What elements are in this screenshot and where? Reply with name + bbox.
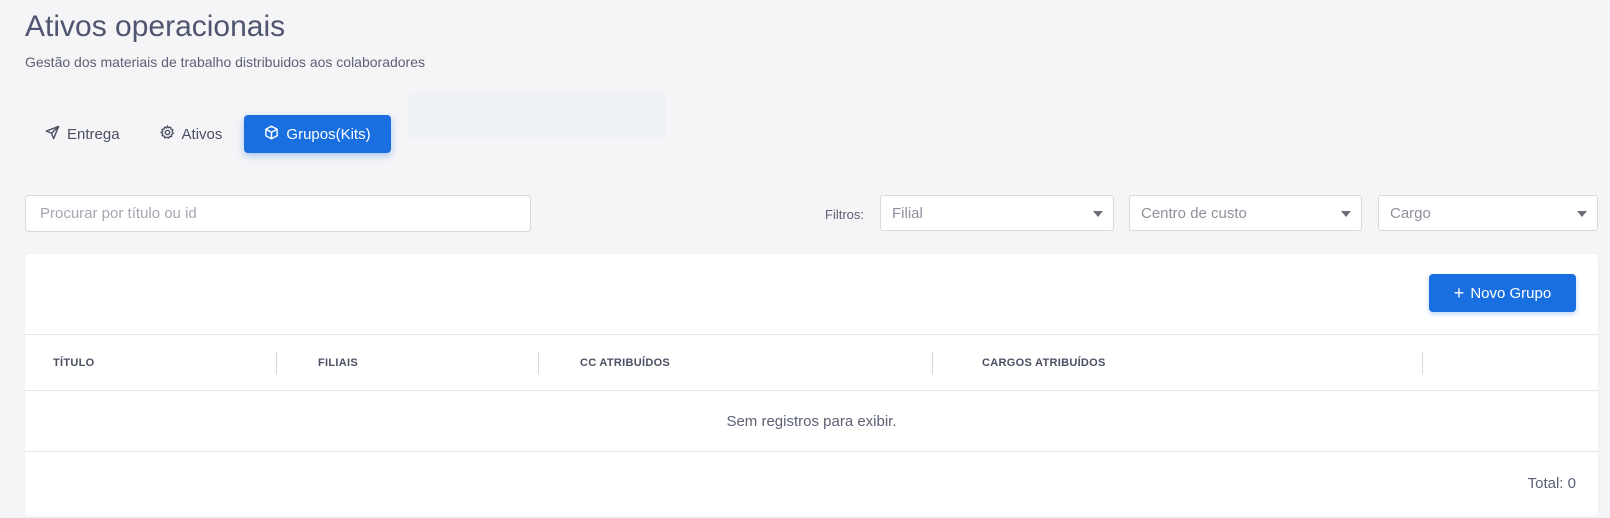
filter-role-select[interactable]: Cargo — [1378, 195, 1598, 231]
column-resize-handle[interactable] — [538, 352, 539, 374]
chevron-down-icon — [1341, 211, 1351, 217]
empty-message: Sem registros para exibir. — [726, 412, 897, 430]
column-resize-handle[interactable] — [1422, 352, 1423, 374]
filter-branch-select[interactable]: Filial — [880, 195, 1114, 231]
filter-cost-center-value: Centro de custo — [1141, 204, 1247, 222]
groups-card: + Novo Grupo TÍTULO FILIAIS CC ATRIBUÍDO… — [25, 254, 1598, 516]
column-header-cost-centers[interactable]: CC ATRIBUÍDOS — [580, 357, 670, 369]
filter-branch-value: Filial — [892, 204, 923, 222]
column-header-title[interactable]: TÍTULO — [53, 357, 95, 369]
column-resize-handle[interactable] — [932, 352, 933, 374]
column-header-branches[interactable]: FILIAIS — [318, 357, 358, 369]
column-header-roles[interactable]: CARGOS ATRIBUÍDOS — [982, 357, 1106, 369]
filter-cost-center-select[interactable]: Centro de custo — [1129, 195, 1362, 231]
gear-icon — [159, 124, 175, 144]
table-header: TÍTULO FILIAIS CC ATRIBUÍDOS CARGOS ATRI… — [25, 334, 1598, 391]
tab-grupos-kits[interactable]: Grupos(Kits) — [244, 115, 391, 153]
box-icon — [264, 125, 279, 144]
page-title: Ativos operacionais — [25, 10, 286, 43]
empty-state-row: Sem registros para exibir. — [25, 391, 1598, 452]
tab-entrega[interactable]: Entrega — [25, 115, 140, 153]
send-icon — [45, 125, 60, 144]
tab-label: Ativos — [181, 125, 223, 143]
tabs-bar: Entrega Ativos Grupos(Kits) — [25, 115, 391, 153]
tab-label: Grupos(Kits) — [286, 125, 371, 143]
new-group-button[interactable]: + Novo Grupo — [1429, 274, 1576, 312]
total-count: Total: 0 — [1527, 475, 1576, 492]
tab-hover-highlight — [408, 93, 666, 138]
new-group-label: Novo Grupo — [1470, 284, 1552, 302]
column-resize-handle[interactable] — [276, 352, 277, 374]
filters-label: Filtros: — [825, 207, 864, 222]
page-subtitle: Gestão dos materiais de trabalho distrib… — [25, 54, 426, 70]
filter-role-value: Cargo — [1390, 204, 1431, 222]
search-input[interactable] — [25, 195, 531, 232]
chevron-down-icon — [1577, 211, 1587, 217]
chevron-down-icon — [1093, 211, 1103, 217]
tab-label: Entrega — [67, 125, 120, 143]
plus-icon: + — [1453, 283, 1465, 303]
tab-ativos[interactable]: Ativos — [140, 115, 243, 153]
